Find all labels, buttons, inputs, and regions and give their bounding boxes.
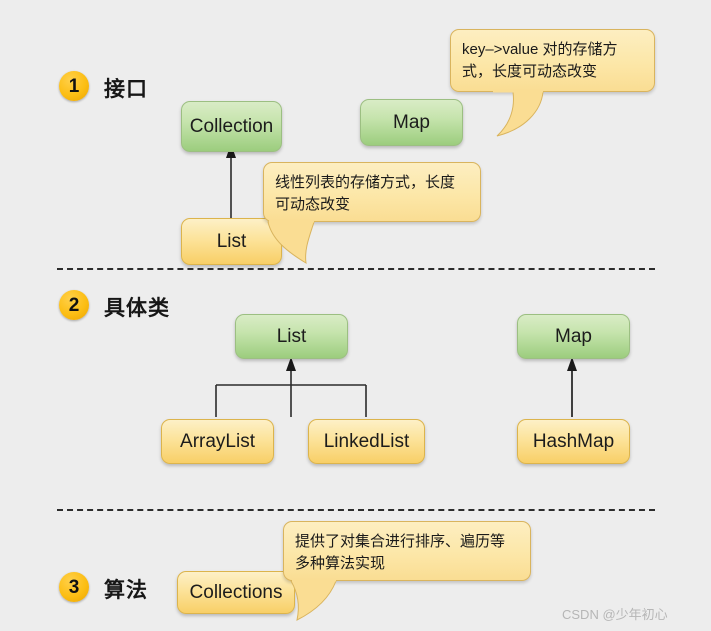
- node-map-class[interactable]: Map: [517, 314, 630, 359]
- csdn-watermark: CSDN @少年初心: [562, 607, 668, 622]
- section-title-1: 接口: [104, 78, 148, 101]
- section-title-3: 算法: [104, 579, 148, 602]
- section-divider-1: [57, 268, 655, 270]
- node-arraylist[interactable]: ArrayList: [161, 419, 274, 464]
- callout-tail-collections: [290, 578, 337, 621]
- callout-tail-map: [493, 89, 544, 137]
- connector-list-subclasses: [215, 357, 367, 417]
- callout-map-note-text: key–>value 对的存储方式，长度可动态改变: [462, 41, 618, 80]
- callout-collections-note-text: 提供了对集合进行排序、遍历等多种算法实现: [295, 533, 506, 572]
- node-hashmap[interactable]: HashMap: [517, 419, 630, 464]
- callout-list-note-text: 线性列表的存储方式，长度可动态改变: [275, 174, 456, 213]
- section-badge-1: 1: [59, 71, 89, 101]
- callout-collections-note: 提供了对集合进行排序、遍历等多种算法实现: [283, 521, 531, 621]
- callout-list-note: 线性列表的存储方式，长度可动态改变: [263, 162, 481, 264]
- node-collection[interactable]: Collection: [181, 101, 282, 152]
- section-badge-2: 2: [59, 290, 89, 320]
- diagram-canvas: 1 接口 Collection Map List key–>value 对的存储…: [0, 0, 711, 631]
- node-map-interface[interactable]: Map: [360, 99, 463, 146]
- section-badge-3: 3: [59, 572, 89, 602]
- node-linkedlist[interactable]: LinkedList: [308, 419, 425, 464]
- connector-hashmap-to-map: [567, 357, 577, 417]
- section-title-2: 具体类: [104, 297, 170, 320]
- section-divider-2: [57, 509, 655, 511]
- node-list-class[interactable]: List: [235, 314, 348, 359]
- callout-map-note: key–>value 对的存储方式，长度可动态改变: [450, 29, 655, 137]
- callout-tail-list: [267, 219, 315, 264]
